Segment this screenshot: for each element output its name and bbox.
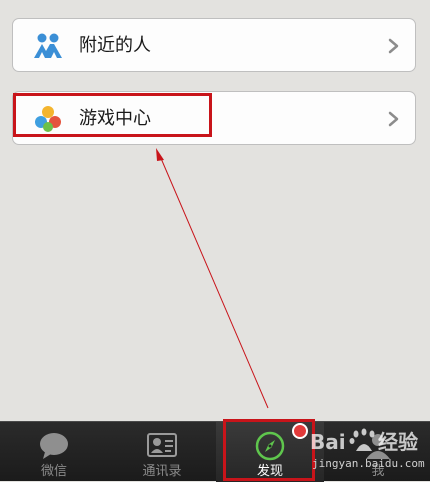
people-nearby-label: 附近的人	[79, 35, 151, 56]
tab-contacts[interactable]: 通讯录	[108, 422, 216, 482]
svg-text:经验: 经验	[378, 430, 418, 454]
people-nearby-item[interactable]: 附近的人	[12, 18, 416, 72]
annotation-arrow	[156, 148, 269, 409]
watermark: Bai 经验 jingyan.baidu.com	[306, 425, 425, 477]
tab-chats[interactable]: 微信	[0, 422, 108, 482]
chat-bubble-icon	[38, 431, 70, 461]
annotation-highlight-box	[13, 93, 212, 137]
svg-text:Bai: Bai	[310, 430, 346, 454]
chevron-right-icon	[387, 111, 401, 127]
contacts-icon	[146, 431, 178, 461]
tab-contacts-label: 通讯录	[142, 464, 182, 479]
watermark-url: jingyan.baidu.com	[312, 457, 425, 470]
chevron-right-icon	[387, 38, 401, 54]
tab-chats-label: 微信	[40, 464, 67, 479]
people-nearby-icon	[33, 32, 63, 60]
